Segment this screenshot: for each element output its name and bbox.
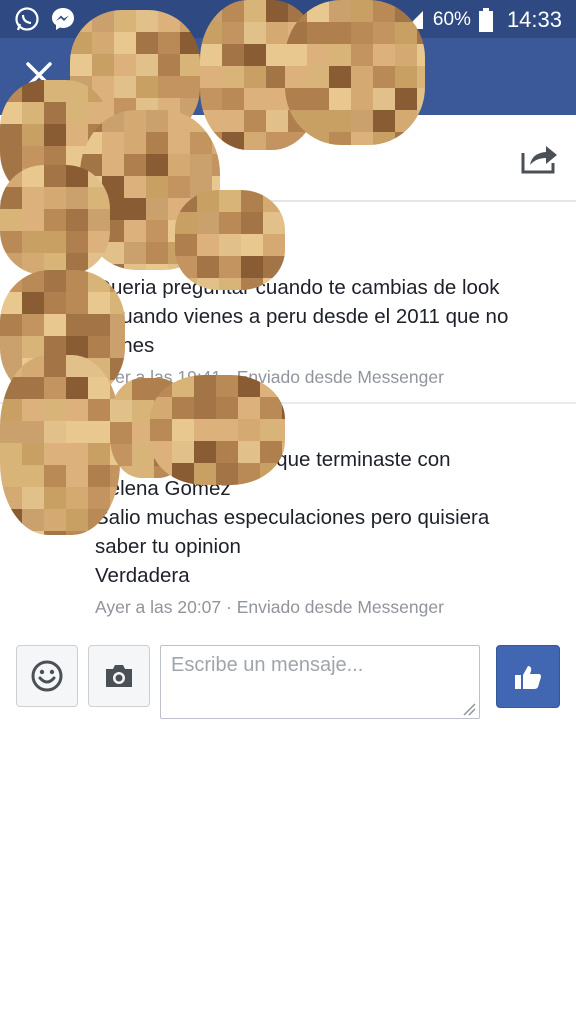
pixelated-redaction (285, 0, 425, 145)
message-line: saber tu opinion (95, 535, 241, 558)
pixelated-redaction (175, 190, 285, 290)
resize-grip-icon[interactable] (462, 702, 476, 716)
message-input[interactable] (160, 645, 480, 719)
battery-icon (478, 8, 493, 32)
message-line: Verdadera (95, 564, 190, 587)
message-text: Queria preguntar cuando te cambias de lo… (95, 273, 565, 360)
emoji-button[interactable] (16, 645, 78, 707)
camera-icon (106, 665, 132, 687)
message-line: y cuando vienes a peru desde el 2011 que… (95, 305, 509, 328)
share-icon[interactable] (520, 141, 560, 175)
pixelated-redaction (0, 165, 110, 275)
clock: 14:33 (506, 7, 562, 32)
smiley-icon (31, 660, 63, 692)
camera-button[interactable] (88, 645, 150, 707)
thumbs-up-icon (515, 665, 541, 689)
message-line: Salio muchas especulaciones pero quisier… (95, 506, 490, 529)
battery-percentage: 60% (432, 9, 471, 30)
pixelated-redaction (0, 355, 120, 535)
whatsapp-icon (15, 7, 39, 31)
like-button[interactable] (496, 645, 560, 708)
message-line: vienes (95, 331, 565, 360)
message-line: Queria preguntar cuando te cambias de lo… (95, 276, 500, 299)
message-timestamp: Ayer a las 20:07 · Enviado desde Messeng… (95, 597, 444, 617)
pixelated-redaction (150, 375, 285, 485)
